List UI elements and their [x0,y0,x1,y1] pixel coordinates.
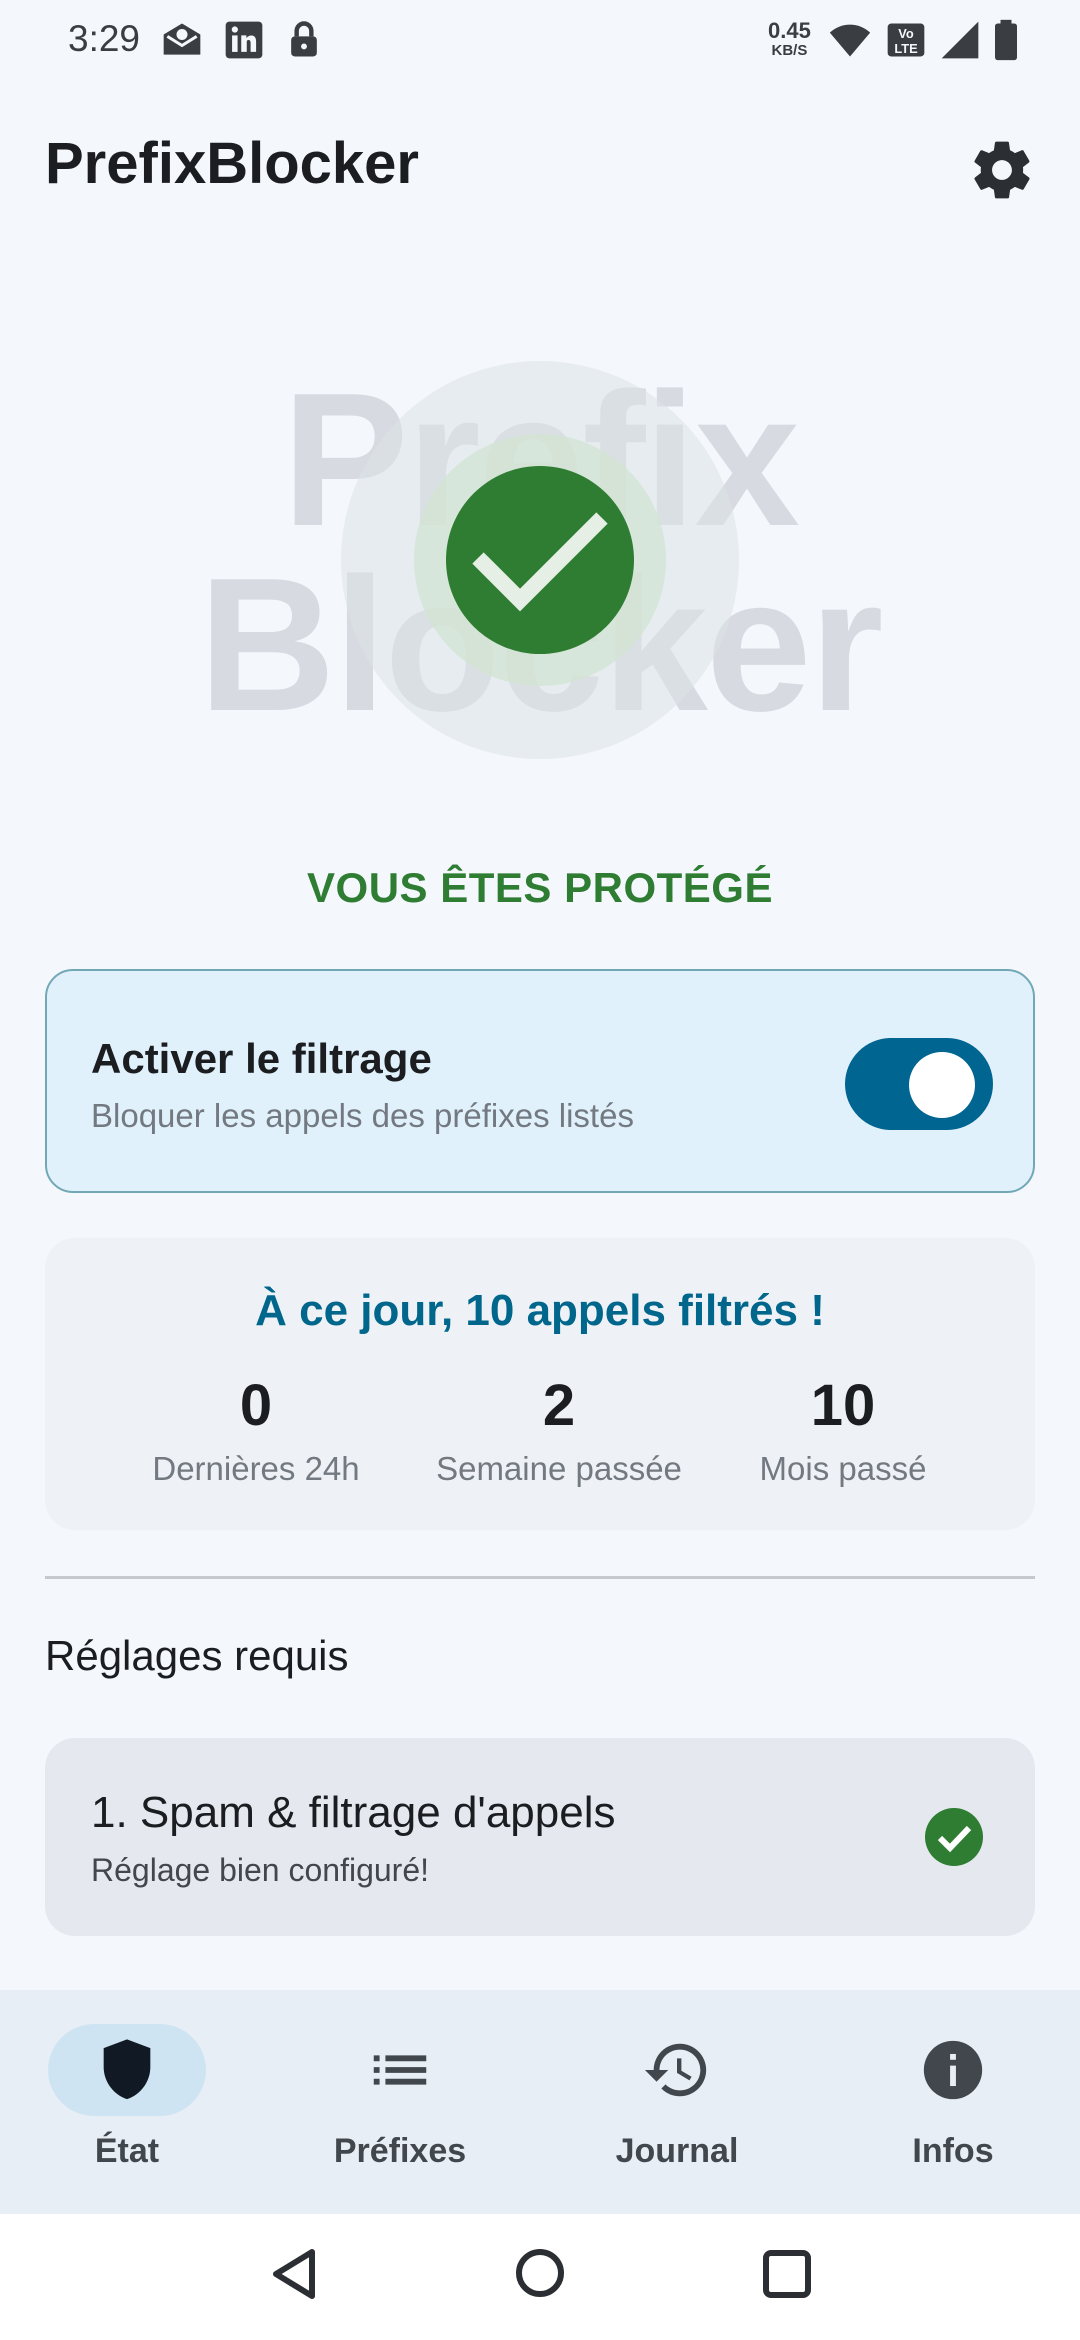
status-bar: 3:29 0.45 KB/S Vo LTE [0,0,1080,80]
nav-item-journal[interactable]: Journal [542,1990,812,2214]
bottom-navigation: État Préfixes Journal Infos [0,1990,1080,2214]
battery-icon [995,19,1017,61]
svg-text:Vo: Vo [898,26,914,41]
svg-text:LTE: LTE [894,41,918,56]
section-title: Réglages requis [45,1632,349,1679]
nav-label: Préfixes [333,2132,467,2170]
stat-last-24h: 0 Dernières 24h [106,1374,406,1488]
nav-item-prefixes[interactable]: Préfixes [265,1990,535,2214]
volte-icon: Vo LTE [887,23,925,57]
setting-title: 1. Spam & filtrage d'appels [91,1788,616,1837]
protection-status: VOUS ÊTES PROTÉGÉ [307,864,773,911]
back-icon[interactable] [268,2246,318,2302]
shield-icon [103,2039,151,2100]
required-setting-item[interactable]: 1. Spam & filtrage d'appels Réglage bien… [45,1738,1035,1936]
toggle-knob [909,1052,975,1118]
stat-label: Mois passé [759,1450,927,1487]
stat-label: Semaine passée [436,1450,682,1487]
stats-headline: À ce jour, 10 appels filtrés ! [255,1286,825,1335]
mail-icon [163,23,201,55]
gear-icon[interactable] [968,136,1036,204]
wifi-icon [829,24,871,57]
setting-subtitle: Réglage bien configuré! [91,1852,430,1888]
status-time: 3:29 [68,18,141,59]
history-icon [644,2043,707,2097]
stat-value: 10 [810,1373,876,1438]
stat-label: Dernières 24h [152,1450,360,1487]
stat-last-month: 10 Mois passé [693,1374,993,1488]
list-icon [373,2055,427,2085]
stat-value: 2 [542,1373,576,1438]
stat-last-week: 2 Semaine passée [409,1374,709,1488]
info-icon [923,2040,983,2100]
filter-subtitle: Bloquer les appels des préfixes listés [91,1097,634,1134]
recents-icon[interactable] [762,2249,812,2299]
home-icon[interactable] [514,2247,566,2299]
divider [45,1576,1035,1579]
stats-card: À ce jour, 10 appels filtrés ! 0 Dernièr… [45,1238,1035,1530]
filter-title: Activer le filtrage [91,1035,432,1082]
filter-card[interactable]: Activer le filtrage Bloquer les appels d… [45,969,1035,1193]
linkedin-icon [225,21,263,59]
nav-item-infos[interactable]: Infos [818,1990,1080,2214]
check-circle-icon [925,1808,983,1866]
stat-value: 0 [239,1373,273,1438]
nav-label: État [94,2132,160,2170]
filter-toggle[interactable] [845,1038,993,1130]
system-navigation-bar [0,2214,1080,2340]
nav-label: Journal [615,2132,739,2170]
net-speed-value: 0.45 [768,18,811,43]
signal-icon [941,21,979,59]
app-title: PrefixBlocker [45,131,419,196]
net-speed: 0.45 KB/S [768,18,811,60]
nav-label: Infos [912,2132,994,2170]
lock-icon [291,21,317,57]
net-speed-unit: KB/S [771,42,808,59]
check-circle-icon [446,466,634,654]
